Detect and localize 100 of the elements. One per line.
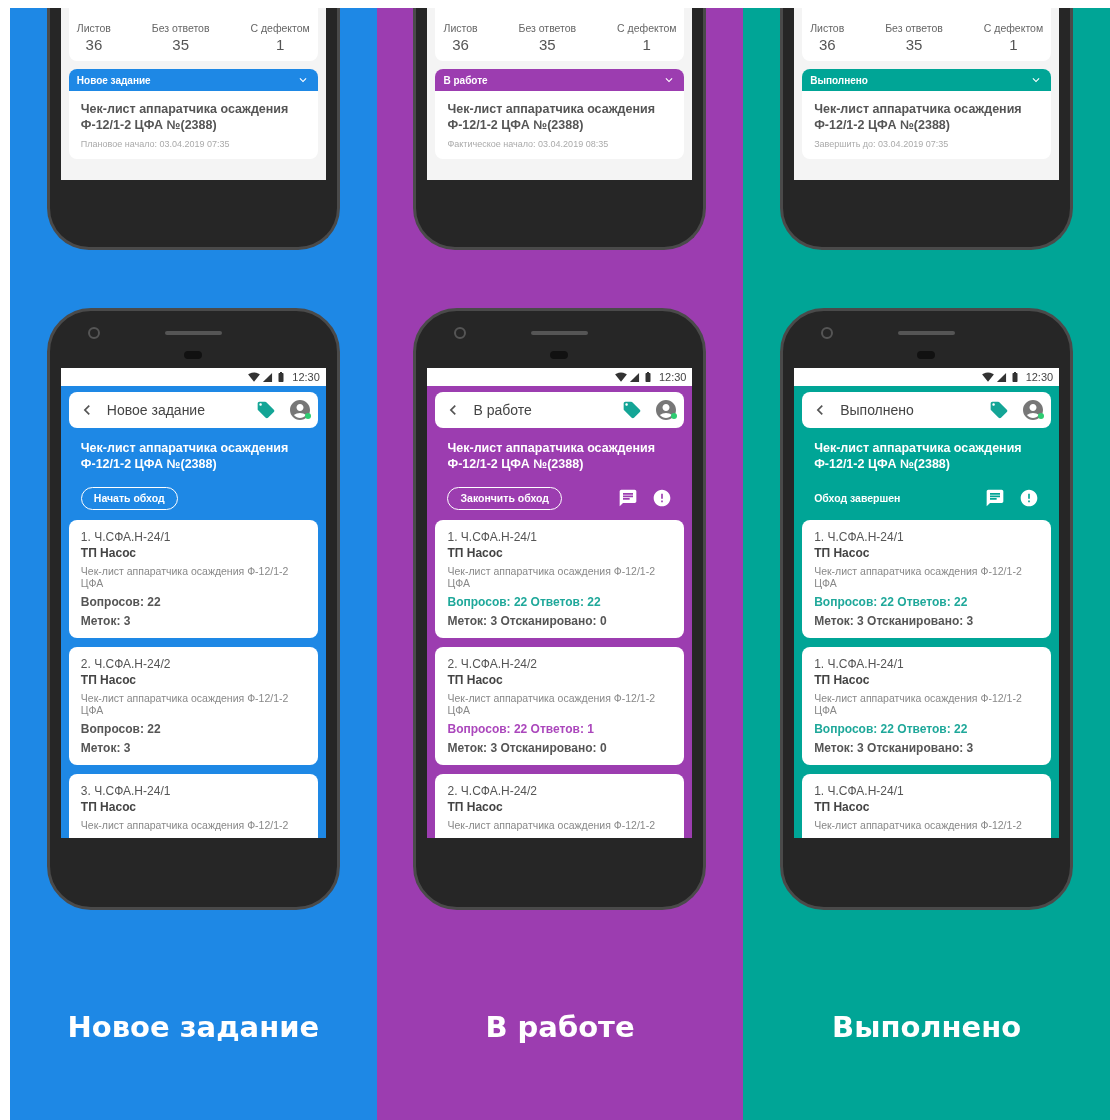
status-label: Новое задание [76,74,151,86]
checkpoint-code: 2. Ч.СФА.Н-24/2 [447,784,539,798]
checkpoint-card[interactable]: 1. Ч.СФА.Н-24/1 ТП Насос Чек-лист аппаратчика осаждения Ф-12/1-2 ЦФА Вопросов: 22 Ответов: 22 Меток: 3 Отсканировано: 3 [802,647,1052,765]
stat-label: Листов [443,22,478,34]
avatar-icon[interactable] [1021,398,1046,422]
clock-time: 12:30 [658,371,687,383]
checkpoint-code: 1. Ч.СФА.Н-24/1 [814,784,905,798]
checkpoint-code: 2. Ч.СФА.Н-24/2 [80,657,172,671]
clock-time: 12:30 [1025,371,1054,383]
stat-value: 35 [905,36,923,53]
checkpoint-card[interactable]: 1. Ч.СФА.Н-24/1 ТП Насос Чек-лист аппаратчика осаждения Ф-12/1-2 ЦФА Вопросов: 22 Ответов: 22 Меток: 3 Отсканировано: 3 [802,520,1052,638]
speaker-grille [898,331,956,335]
checkpoint-code: 1. Ч.СФА.Н-24/1 [80,530,172,544]
checkpoint-code: 1. Ч.СФА.Н-24/1 [814,657,905,671]
checkpoint-description: Чек-лист аппаратчика осаждения Ф-12/1-2 [80,819,290,831]
camera-icon [87,327,100,339]
marks-count: Меток: 3 Отсканировано: 0 [447,614,608,628]
camera-icon [454,327,467,339]
checkpoint-name: ТП Насос [447,546,504,560]
checkpoint-card[interactable]: 2. Ч.СФА.Н-24/2 ТП Насос Чек-лист аппаратчика осаждения Ф-12/1-2 [435,774,685,838]
marks-count: Меток: 3 Отсканировано: 3 [814,614,975,628]
app-title: В работе [473,402,533,418]
checkpoint-code: 1. Ч.СФА.Н-24/1 [814,530,905,544]
checkpoint-name: ТП Насос [80,546,137,560]
checkpoint-name: ТП Насос [814,800,871,814]
stat-value: 36 [452,36,469,53]
checkpoint-card[interactable]: 1. Ч.СФА.Н-24/1 ТП Насос Чек-лист аппаратчика осаждения Ф-12/1-2 [802,774,1052,838]
clock-time: 12:30 [292,371,320,383]
questions-count: Вопросов: 22 Ответов: 1 [447,722,595,736]
task-title: Чек-лист аппаратчика осаждения Ф-12/1-2 ЦФА №(2388) [814,101,1023,133]
checkpoint-card[interactable]: 1. Ч.СФА.Н-24/1 ТП Насос Чек-лист аппаратчика осаждения Ф-12/1-2 ЦФА Вопросов: 22 Ответов: 22 Меток: 3 Отсканировано: 0 [435,520,685,638]
checkpoint-code: 3. Ч.СФА.Н-24/1 [80,784,172,798]
avatar-icon[interactable] [287,398,312,422]
tag-icon[interactable] [622,400,643,420]
caption: В работе [485,1010,635,1044]
stat-value: 35 [172,36,190,53]
checkpoint-description: Чек-лист аппаратчика осаждения Ф-12/1-2 ЦФА [447,692,657,716]
caption: Выполнено [832,1010,1022,1044]
signal-icon [262,371,274,383]
wifi-icon [614,371,627,383]
checkpoint-description: Чек-лист аппаратчика осаждения Ф-12/1-2 [814,819,1023,831]
stat-label: Листов [810,22,845,34]
stat-value: 1 [1009,36,1018,53]
checklist-title: Чек-лист аппаратчика осаждения Ф-12/1-2 ЦФА №(2388) [80,440,290,472]
alert-icon[interactable] [1019,488,1040,508]
avatar-icon[interactable] [654,398,679,422]
camera-icon [821,327,834,339]
stat-label: Без ответов [885,22,943,34]
checkpoint-card[interactable]: 2. Ч.СФА.Н-24/2 ТП Насос Чек-лист аппаратчика осаждения Ф-12/1-2 ЦФА Вопросов: 22 Ответов: 1 Меток: 3 Отсканировано: 0 [435,647,685,765]
comment-icon[interactable] [618,488,639,508]
questions-count: Вопросов: 22 [80,595,162,609]
checkpoint-card[interactable]: 3. Ч.СФА.Н-24/1 ТП Насос Чек-лист аппаратчика осаждения Ф-12/1-2 [68,774,318,838]
checkpoint-name: ТП Насос [814,673,871,687]
task-card[interactable]: Выполнено Чек-лист аппаратчика осаждения Ф-12/1-2 ЦФА №(2388) Завершить до: 03.04.2019 07:35 [802,69,1052,159]
comment-icon[interactable] [985,488,1006,508]
alert-icon[interactable] [652,488,673,508]
checkpoint-description: Чек-лист аппаратчика осаждения Ф-12/1-2 ЦФА [80,692,290,716]
checkpoint-description: Чек-лист аппаратчика осаждения Ф-12/1-2 ЦФА [814,565,1023,589]
caption: Новое задание [67,1010,320,1044]
task-title: Чек-лист аппаратчика осаждения Ф-12/1-2 ЦФА №(2388) [80,101,290,133]
stat-label: С дефектом [983,22,1044,34]
tag-icon[interactable] [989,400,1010,420]
checkpoint-description: Чек-лист аппаратчика осаждения Ф-12/1-2 ЦФА [814,692,1023,716]
checkpoint-code: 1. Ч.СФА.Н-24/1 [447,530,539,544]
checkpoint-description: Чек-лист аппаратчика осаждения Ф-12/1-2 ЦФА [80,565,290,589]
checkpoint-name: ТП Насос [80,673,137,687]
checkpoint-name: ТП Насос [814,546,871,560]
stat-value: 1 [275,36,285,53]
checkpoint-name: ТП Насос [80,800,137,814]
stat-label: С дефектом [617,22,677,34]
status-header[interactable]: В работе [435,69,685,91]
tag-icon[interactable] [255,400,276,420]
wifi-icon [248,371,261,383]
status-text: Обход завершен [814,492,901,504]
task-date: Плановое начало: 03.04.2019 07:35 [80,139,231,149]
wifi-icon [981,371,994,383]
stat-label: Листов [76,22,111,34]
checkpoint-name: ТП Насос [447,800,504,814]
task-title: Чек-лист аппаратчика осаждения Ф-12/1-2 ЦФА №(2388) [447,101,656,133]
checkpoint-card[interactable]: 2. Ч.СФА.Н-24/2 ТП Насос Чек-лист аппаратчика осаждения Ф-12/1-2 ЦФА Вопросов: 22 Меток: 3 [68,647,318,765]
app-title: Выполнено [840,402,915,418]
speaker-grille [164,331,222,335]
task-date: Фактическое начало: 03.04.2019 08:35 [447,139,610,149]
task-card[interactable]: В работе Чек-лист аппаратчика осаждения Ф-12/1-2 ЦФА №(2388) Фактическое начало: 03.04.2019 08:35 [435,69,685,159]
stat-value: 36 [818,36,836,53]
task-card[interactable]: Новое задание Чек-лист аппаратчика осаждения Ф-12/1-2 ЦФА №(2388) Плановое начало: 03.04.2019 07:35 [68,69,318,159]
stat-label: Без ответов [518,22,577,34]
checklist-title: Чек-лист аппаратчика осаждения Ф-12/1-2 ЦФА №(2388) [814,440,1023,472]
marks-count: Меток: 3 Отсканировано: 3 [814,741,975,755]
speaker-grille [531,331,589,335]
stat-label: Без ответов [151,22,210,34]
stat-value: 36 [85,36,103,53]
checkpoint-description: Чек-лист аппаратчика осаждения Ф-12/1-2 [447,819,657,831]
checkpoint-name: ТП Насос [447,673,504,687]
checkpoint-description: Чек-лист аппаратчика осаждения Ф-12/1-2 ЦФА [447,565,657,589]
checkpoint-card[interactable]: 1. Ч.СФА.Н-24/1 ТП Насос Чек-лист аппаратчика осаждения Ф-12/1-2 ЦФА Вопросов: 22 Меток: 3 [68,520,318,638]
status-header[interactable]: Новое задание [68,69,318,91]
status-label: Выполнено [810,74,868,86]
signal-icon [628,371,640,383]
checkpoint-code: 2. Ч.СФА.Н-24/2 [447,657,539,671]
